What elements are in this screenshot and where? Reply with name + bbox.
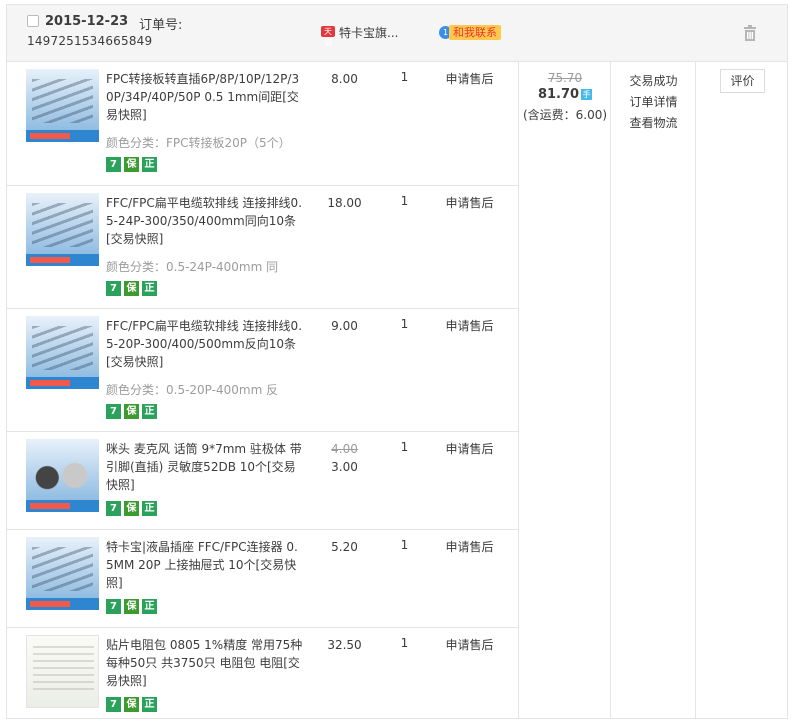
product-spec: 颜色分类：0.5-24P-400mm 同 xyxy=(106,260,279,274)
guarantee-icon[interactable]: 保 xyxy=(124,599,139,614)
seven-day-return-icon[interactable]: 7 xyxy=(106,281,121,296)
service-tags: 7保正 xyxy=(106,599,160,614)
guarantee-icon[interactable]: 保 xyxy=(124,501,139,516)
guarantee-icon[interactable]: 保 xyxy=(124,281,139,296)
quantity: 1 xyxy=(400,440,409,454)
price-original: 4.00 xyxy=(331,442,358,456)
genuine-icon[interactable]: 正 xyxy=(142,404,157,419)
price-current: 32.50 xyxy=(327,638,362,652)
status-text: 交易成功 xyxy=(629,74,678,88)
unit-price: 8.00 xyxy=(312,70,377,88)
genuine-icon[interactable]: 正 xyxy=(142,697,157,712)
checkbox-icon[interactable] xyxy=(27,15,39,27)
price-current: 3.00 xyxy=(331,460,358,474)
seven-day-return-icon[interactable]: 7 xyxy=(106,599,121,614)
guarantee-icon[interactable]: 保 xyxy=(124,157,139,172)
service-tags: 7保正 xyxy=(106,157,160,172)
seven-day-return-icon[interactable]: 7 xyxy=(106,697,121,712)
unit-price: 5.20 xyxy=(312,538,377,556)
genuine-icon[interactable]: 正 xyxy=(142,281,157,296)
after-sale-link[interactable]: 申请售后 xyxy=(432,70,507,87)
tmall-shop-icon: 天猫 xyxy=(321,26,335,47)
original-total: 75.70 xyxy=(547,71,583,85)
product-title-link[interactable]: FFC/FPC扁平电缆软排线 连接排线0.5-24P-300/350/400mm… xyxy=(106,194,304,248)
product-thumbnail[interactable] xyxy=(26,193,99,266)
genuine-icon[interactable]: 正 xyxy=(142,501,157,516)
guarantee-icon[interactable]: 保 xyxy=(124,404,139,419)
unit-price: 4.00 3.00 xyxy=(312,440,377,476)
quantity: 1 xyxy=(400,538,409,552)
trash-icon[interactable] xyxy=(742,25,758,41)
mobile-order-icon: 手 xyxy=(581,89,593,100)
service-tags: 7保正 xyxy=(106,404,160,419)
product-thumbnail[interactable] xyxy=(26,635,99,708)
genuine-icon[interactable]: 正 xyxy=(142,157,157,172)
unit-price: 32.50 xyxy=(312,636,377,654)
price-current: 9.00 xyxy=(331,319,358,333)
after-sale-link[interactable]: 申请售后 xyxy=(432,194,507,211)
product-thumbnail[interactable] xyxy=(26,537,99,610)
order-date: 2015-12-23 xyxy=(45,14,129,29)
order-item: 贴片电阻包 0805 1%精度 常用75种每种50只 共3750只 电阻包 电阻… xyxy=(7,628,519,718)
order-status-column: 交易成功 订单详情 查看物流 xyxy=(611,71,696,134)
price-current: 8.00 xyxy=(331,72,358,86)
product-thumbnail[interactable] xyxy=(26,69,99,142)
quantity: 1 xyxy=(400,636,409,650)
product-title-link[interactable]: 特卡宝|液晶插座 FFC/FPC连接器 0.5MM 20P 上接抽屉式 10个[… xyxy=(106,538,304,592)
order-card: 2015-12-23 订单号: 1497251534665849 天猫 特卡宝旗… xyxy=(6,4,788,719)
price-current: 18.00 xyxy=(327,196,362,210)
order-item: 特卡宝|液晶插座 FFC/FPC连接器 0.5MM 20P 上接抽屉式 10个[… xyxy=(7,530,519,628)
order-number: 1497251534665849 xyxy=(27,34,153,48)
product-thumbnail[interactable] xyxy=(26,439,99,512)
order-item: FPC转接板转直插6P/8P/10P/12P/30P/34P/40P/50P 0… xyxy=(7,62,519,186)
unit-price: 9.00 xyxy=(312,317,377,335)
order-item: FFC/FPC扁平电缆软排线 连接排线0.5-20P-300/400/500mm… xyxy=(7,309,519,432)
service-tags: 7保正 xyxy=(106,697,160,712)
quantity: 1 xyxy=(400,194,409,208)
order-item: FFC/FPC扁平电缆软排线 连接排线0.5-24P-300/350/400mm… xyxy=(7,186,519,309)
product-thumbnail[interactable] xyxy=(26,316,99,389)
after-sale-link[interactable]: 申请售后 xyxy=(432,440,507,457)
product-title-link[interactable]: 贴片电阻包 0805 1%精度 常用75种每种50只 共3750只 电阻包 电阻… xyxy=(106,636,304,690)
product-spec: 颜色分类：FPC转接板20P（5个） xyxy=(106,136,291,150)
genuine-icon[interactable]: 正 xyxy=(142,599,157,614)
contact-label: 和我联系 xyxy=(449,25,501,40)
column-divider xyxy=(610,61,611,718)
product-spec: 颜色分类：0.5-20P-400mm 反 xyxy=(106,383,279,397)
order-item: 咪头 麦克风 话筒 9*7mm 驻极体 带引脚(直插) 灵敏度52DB 10个[… xyxy=(7,432,519,530)
after-sale-link[interactable]: 申请售后 xyxy=(432,317,507,334)
seven-day-return-icon[interactable]: 7 xyxy=(106,501,121,516)
column-divider xyxy=(695,61,696,718)
product-title-link[interactable]: FPC转接板转直插6P/8P/10P/12P/30P/34P/40P/50P 0… xyxy=(106,70,304,124)
view-logistics-link[interactable]: 查看物流 xyxy=(611,113,696,134)
seven-day-return-icon[interactable]: 7 xyxy=(106,404,121,419)
seven-day-return-icon[interactable]: 7 xyxy=(106,157,121,172)
column-divider xyxy=(518,61,519,718)
product-title-link[interactable]: FFC/FPC扁平电缆软排线 连接排线0.5-20P-300/400/500mm… xyxy=(106,317,304,371)
actual-total: 81.70 手 xyxy=(519,87,611,102)
quantity: 1 xyxy=(400,317,409,331)
service-tags: 7保正 xyxy=(106,501,160,516)
price-current: 5.20 xyxy=(331,540,358,554)
freight-note: (含运费：6.00) xyxy=(522,108,608,122)
shop-name-link[interactable]: 特卡宝旗... xyxy=(339,24,398,41)
unit-price: 18.00 xyxy=(312,194,377,212)
product-title-link[interactable]: 咪头 麦克风 话筒 9*7mm 驻极体 带引脚(直插) 灵敏度52DB 10个[… xyxy=(106,440,304,494)
after-sale-link[interactable]: 申请售后 xyxy=(432,538,507,555)
service-tags: 7保正 xyxy=(106,281,160,296)
contact-seller-button[interactable]: 1 和我联系 xyxy=(439,25,501,40)
order-detail-link[interactable]: 订单详情 xyxy=(611,92,696,113)
order-number-label: 订单号: xyxy=(139,18,183,33)
order-header: 2015-12-23 订单号: 1497251534665849 天猫 特卡宝旗… xyxy=(7,5,787,62)
rate-button[interactable]: 评价 xyxy=(720,69,765,93)
total-amount: 81.70 xyxy=(537,87,580,102)
quantity: 1 xyxy=(400,70,409,84)
guarantee-icon[interactable]: 保 xyxy=(124,697,139,712)
after-sale-link[interactable]: 申请售后 xyxy=(432,636,507,653)
